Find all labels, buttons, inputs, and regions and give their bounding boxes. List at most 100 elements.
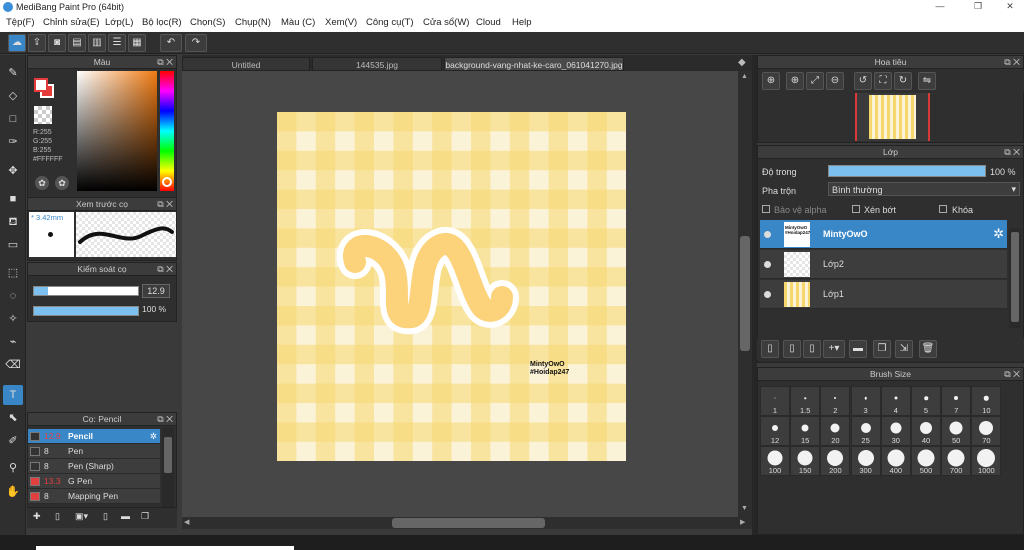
brush-size-option[interactable]: 1.5 bbox=[790, 386, 821, 416]
brush-size-option[interactable]: 20 bbox=[820, 416, 851, 446]
panel-close-icon[interactable]: ⧉ ✕ bbox=[157, 413, 173, 426]
new-8bit-layer-icon[interactable]: ▯ bbox=[803, 340, 821, 358]
redo-button[interactable]: ↷ bbox=[185, 34, 207, 52]
divide-tool-icon[interactable]: ✐ bbox=[3, 431, 23, 451]
palette-icon[interactable]: ✿ bbox=[35, 176, 49, 190]
layer-lop1[interactable]: Lớp1 bbox=[760, 280, 1007, 309]
document-icon[interactable]: ▥ bbox=[88, 34, 106, 52]
blend-mode-select[interactable]: Bình thường ▾ bbox=[828, 182, 1020, 196]
hand-tool-icon[interactable]: ✋ bbox=[3, 482, 23, 502]
layer-mintyowo[interactable]: MintyOwO #Hoidap247 MintyOwO ✲ bbox=[760, 220, 1007, 249]
menu-view[interactable]: Xem(V) bbox=[325, 17, 357, 28]
saturation-value-picker[interactable] bbox=[77, 71, 157, 191]
menu-edit[interactable]: Chỉnh sửa(E) bbox=[43, 17, 100, 28]
chat-icon[interactable]: ▤ bbox=[68, 34, 86, 52]
rectangle-fill-icon[interactable]: ■ bbox=[3, 189, 23, 209]
brush-size-option[interactable]: 40 bbox=[911, 416, 941, 446]
layer-opacity-slider[interactable] bbox=[828, 165, 986, 177]
brush-item-pencil[interactable]: 12.9 Pencil ✲ bbox=[28, 429, 160, 444]
brush-opacity-slider[interactable] bbox=[33, 306, 139, 316]
fit-window-icon[interactable]: ⤢ bbox=[806, 72, 824, 90]
panel-close-icon[interactable]: ⧉ ✕ bbox=[1004, 368, 1020, 381]
list-icon[interactable]: ☰ bbox=[108, 34, 126, 52]
comment-icon[interactable]: ◙ bbox=[48, 34, 66, 52]
lasso-icon[interactable]: ◌ bbox=[3, 286, 23, 306]
brush-size-option[interactable]: 30 bbox=[880, 416, 911, 446]
copy-brush-icon[interactable]: ▯ bbox=[103, 511, 108, 522]
new-brush-icon[interactable]: ▯ bbox=[55, 511, 60, 522]
scroll-up-icon[interactable]: ▲ bbox=[741, 73, 748, 80]
flip-icon[interactable]: ⇋ bbox=[918, 72, 936, 90]
palette-settings-icon[interactable]: ✿ bbox=[55, 176, 69, 190]
panel-close-icon[interactable]: ⧉ ✕ bbox=[1004, 146, 1020, 159]
brush-size-option[interactable]: 700 bbox=[941, 446, 972, 476]
new-halftone-layer-icon[interactable]: ▯ bbox=[783, 340, 801, 358]
cloud-icon[interactable]: ☁ bbox=[8, 34, 26, 52]
tab-144535[interactable]: 144535.jpg bbox=[312, 57, 442, 71]
eyedropper-icon[interactable]: ⚲ bbox=[3, 458, 23, 478]
brush-menu-icon[interactable]: ▣▾ bbox=[75, 511, 88, 522]
transparent-color-icon[interactable] bbox=[34, 106, 52, 124]
minimize-button[interactable]: — bbox=[920, 1, 960, 13]
menu-cloud[interactable]: Cloud bbox=[476, 17, 501, 28]
folder-icon[interactable]: ▬ bbox=[849, 340, 867, 358]
duplicate-layer-icon[interactable]: ❐ bbox=[873, 340, 891, 358]
vertical-scrollbar[interactable]: ▲ ▼ bbox=[738, 71, 752, 517]
menu-select[interactable]: Chọn(S) bbox=[190, 17, 225, 28]
navigator-preview[interactable] bbox=[855, 93, 930, 141]
scroll-down-icon[interactable]: ▼ bbox=[741, 505, 748, 512]
clipping-checkbox[interactable] bbox=[852, 205, 860, 213]
zoom-fit-icon[interactable]: ⊕ bbox=[786, 72, 804, 90]
brush-size-option[interactable]: 1000 bbox=[971, 446, 1002, 476]
undo-button[interactable]: ↶ bbox=[160, 34, 182, 52]
panel-close-icon[interactable]: ⧉ ✕ bbox=[157, 263, 173, 276]
menu-capture[interactable]: Chụp(N) bbox=[235, 17, 271, 28]
select-rect-icon[interactable]: ⬚ bbox=[3, 263, 23, 283]
brush-list-scrollbar[interactable] bbox=[162, 427, 174, 507]
gear-icon[interactable]: ✲ bbox=[150, 429, 157, 444]
eraser-tool-icon[interactable]: ◇ bbox=[3, 86, 23, 106]
select-eraser-icon[interactable]: ⌫ bbox=[3, 355, 23, 375]
brush-size-option[interactable]: 10 bbox=[971, 386, 1002, 416]
scroll-left-icon[interactable]: ◀ bbox=[184, 518, 189, 526]
brush-item-pen[interactable]: 8 Pen bbox=[28, 444, 160, 459]
move-tool-icon[interactable]: ✥ bbox=[3, 161, 23, 181]
brush-size-option[interactable]: 100 bbox=[760, 446, 790, 476]
tabs-menu-icon[interactable]: ◆ bbox=[738, 57, 746, 68]
gear-icon[interactable]: ✲ bbox=[993, 226, 1004, 242]
folder-icon[interactable]: ▬ bbox=[121, 511, 130, 521]
hue-handle[interactable] bbox=[162, 177, 172, 187]
scroll-right-icon[interactable]: ▶ bbox=[740, 518, 745, 526]
panel-close-icon[interactable]: ⧉ ✕ bbox=[1004, 56, 1020, 69]
fullscreen-icon[interactable]: ⛶ bbox=[874, 72, 892, 90]
visibility-icon[interactable] bbox=[764, 291, 771, 298]
brush-size-option[interactable]: 4 bbox=[880, 386, 911, 416]
grid-icon[interactable]: ▦ bbox=[128, 34, 146, 52]
brush-size-option[interactable]: 150 bbox=[790, 446, 821, 476]
magic-wand-icon[interactable]: ✧ bbox=[3, 309, 23, 329]
canvas[interactable]: MintyOwO #Hoidap247 bbox=[277, 112, 626, 461]
brush-size-option[interactable]: 2 bbox=[820, 386, 851, 416]
add-brush-icon[interactable]: ✚ bbox=[33, 511, 41, 522]
menu-filter[interactable]: Bộ lọc(R) bbox=[142, 17, 182, 28]
layer-scrollbar[interactable] bbox=[1009, 228, 1021, 328]
brush-size-option[interactable]: 1 bbox=[760, 386, 790, 416]
menu-color[interactable]: Màu (C) bbox=[281, 17, 315, 28]
brush-size-option[interactable]: 3 bbox=[850, 386, 881, 416]
brush-tool-icon[interactable]: ✎ bbox=[3, 63, 23, 83]
visibility-icon[interactable] bbox=[764, 231, 771, 238]
visibility-icon[interactable] bbox=[764, 261, 771, 268]
brush-size-option[interactable]: 500 bbox=[911, 446, 941, 476]
add-layer-menu-icon[interactable]: +▾ bbox=[823, 340, 845, 358]
menu-help[interactable]: Help bbox=[512, 17, 532, 28]
horizontal-scrollbar[interactable]: ◀ ▶ bbox=[182, 517, 752, 529]
duplicate-icon[interactable]: ❐ bbox=[141, 511, 149, 522]
brush-size-option[interactable]: 300 bbox=[850, 446, 881, 476]
select-pen-icon[interactable]: ⌁ bbox=[3, 332, 23, 352]
text-tool-icon[interactable]: T bbox=[3, 385, 23, 405]
brush-item-mapping-pen[interactable]: 8 Mapping Pen bbox=[28, 489, 160, 504]
hue-slider[interactable] bbox=[160, 71, 174, 191]
protect-alpha-checkbox[interactable] bbox=[762, 205, 770, 213]
foreground-color-front[interactable] bbox=[34, 78, 48, 92]
menu-window[interactable]: Cửa sổ(W) bbox=[423, 17, 469, 28]
